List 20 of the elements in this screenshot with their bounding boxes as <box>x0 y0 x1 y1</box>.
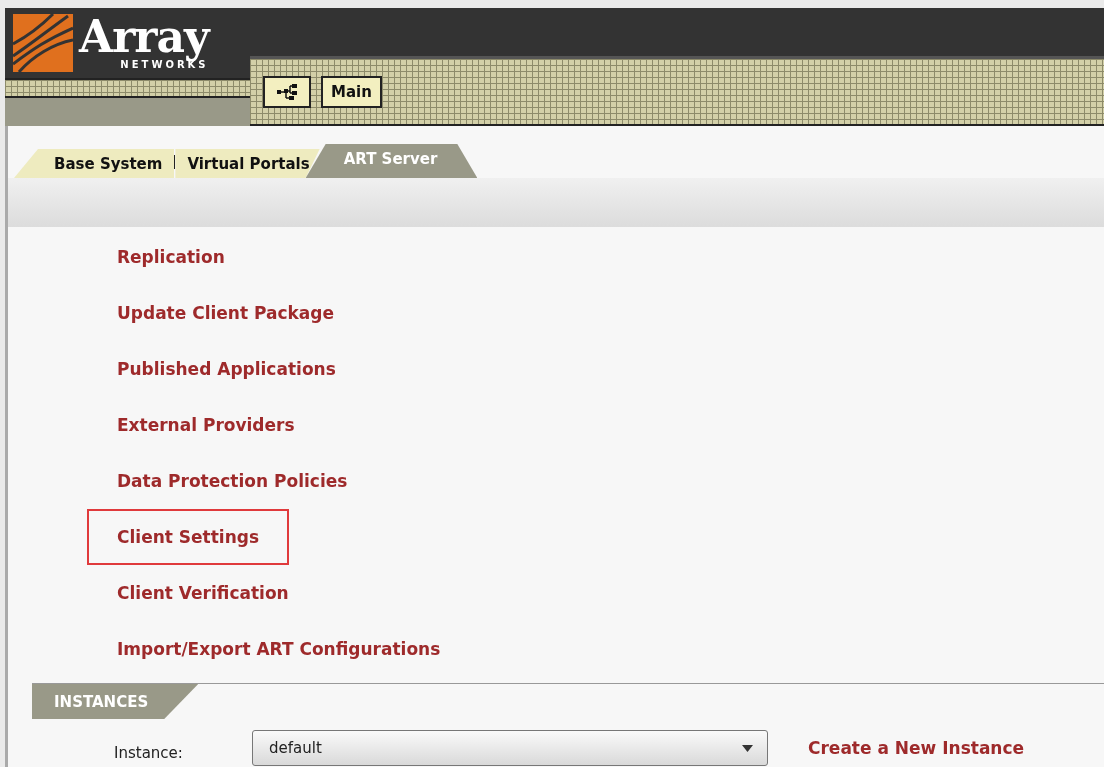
instance-dropdown[interactable]: default <box>252 730 768 766</box>
menu-link[interactable]: Data Protection Policies <box>87 453 378 509</box>
hierarchy-icon <box>276 83 298 101</box>
section-header: INSTANCES <box>32 684 199 719</box>
menu-link[interactable]: Import/Export ART Configurations <box>87 621 471 677</box>
menu-link[interactable]: Client Verification <box>87 565 319 621</box>
main-button[interactable]: Main <box>321 76 382 108</box>
create-instance-link[interactable]: Create a New Instance <box>808 738 1025 758</box>
caret-icon <box>742 744 753 752</box>
logo-mark-icon <box>13 14 73 72</box>
tab[interactable]: Virtual Portals <box>175 149 320 178</box>
tab[interactable]: Base System <box>14 149 175 178</box>
menu-link[interactable]: External Providers <box>87 397 325 453</box>
instance-label: Instance: <box>114 744 184 762</box>
logo-subtitle: NETWORKS <box>120 59 209 71</box>
menu-link[interactable]: Update Client Package <box>87 285 365 341</box>
menu-link[interactable]: Replication <box>87 229 255 285</box>
menu-link[interactable]: Client Settings <box>87 509 290 565</box>
menu-link[interactable]: Published Applications <box>87 341 366 397</box>
sitemap-button[interactable] <box>263 76 311 108</box>
